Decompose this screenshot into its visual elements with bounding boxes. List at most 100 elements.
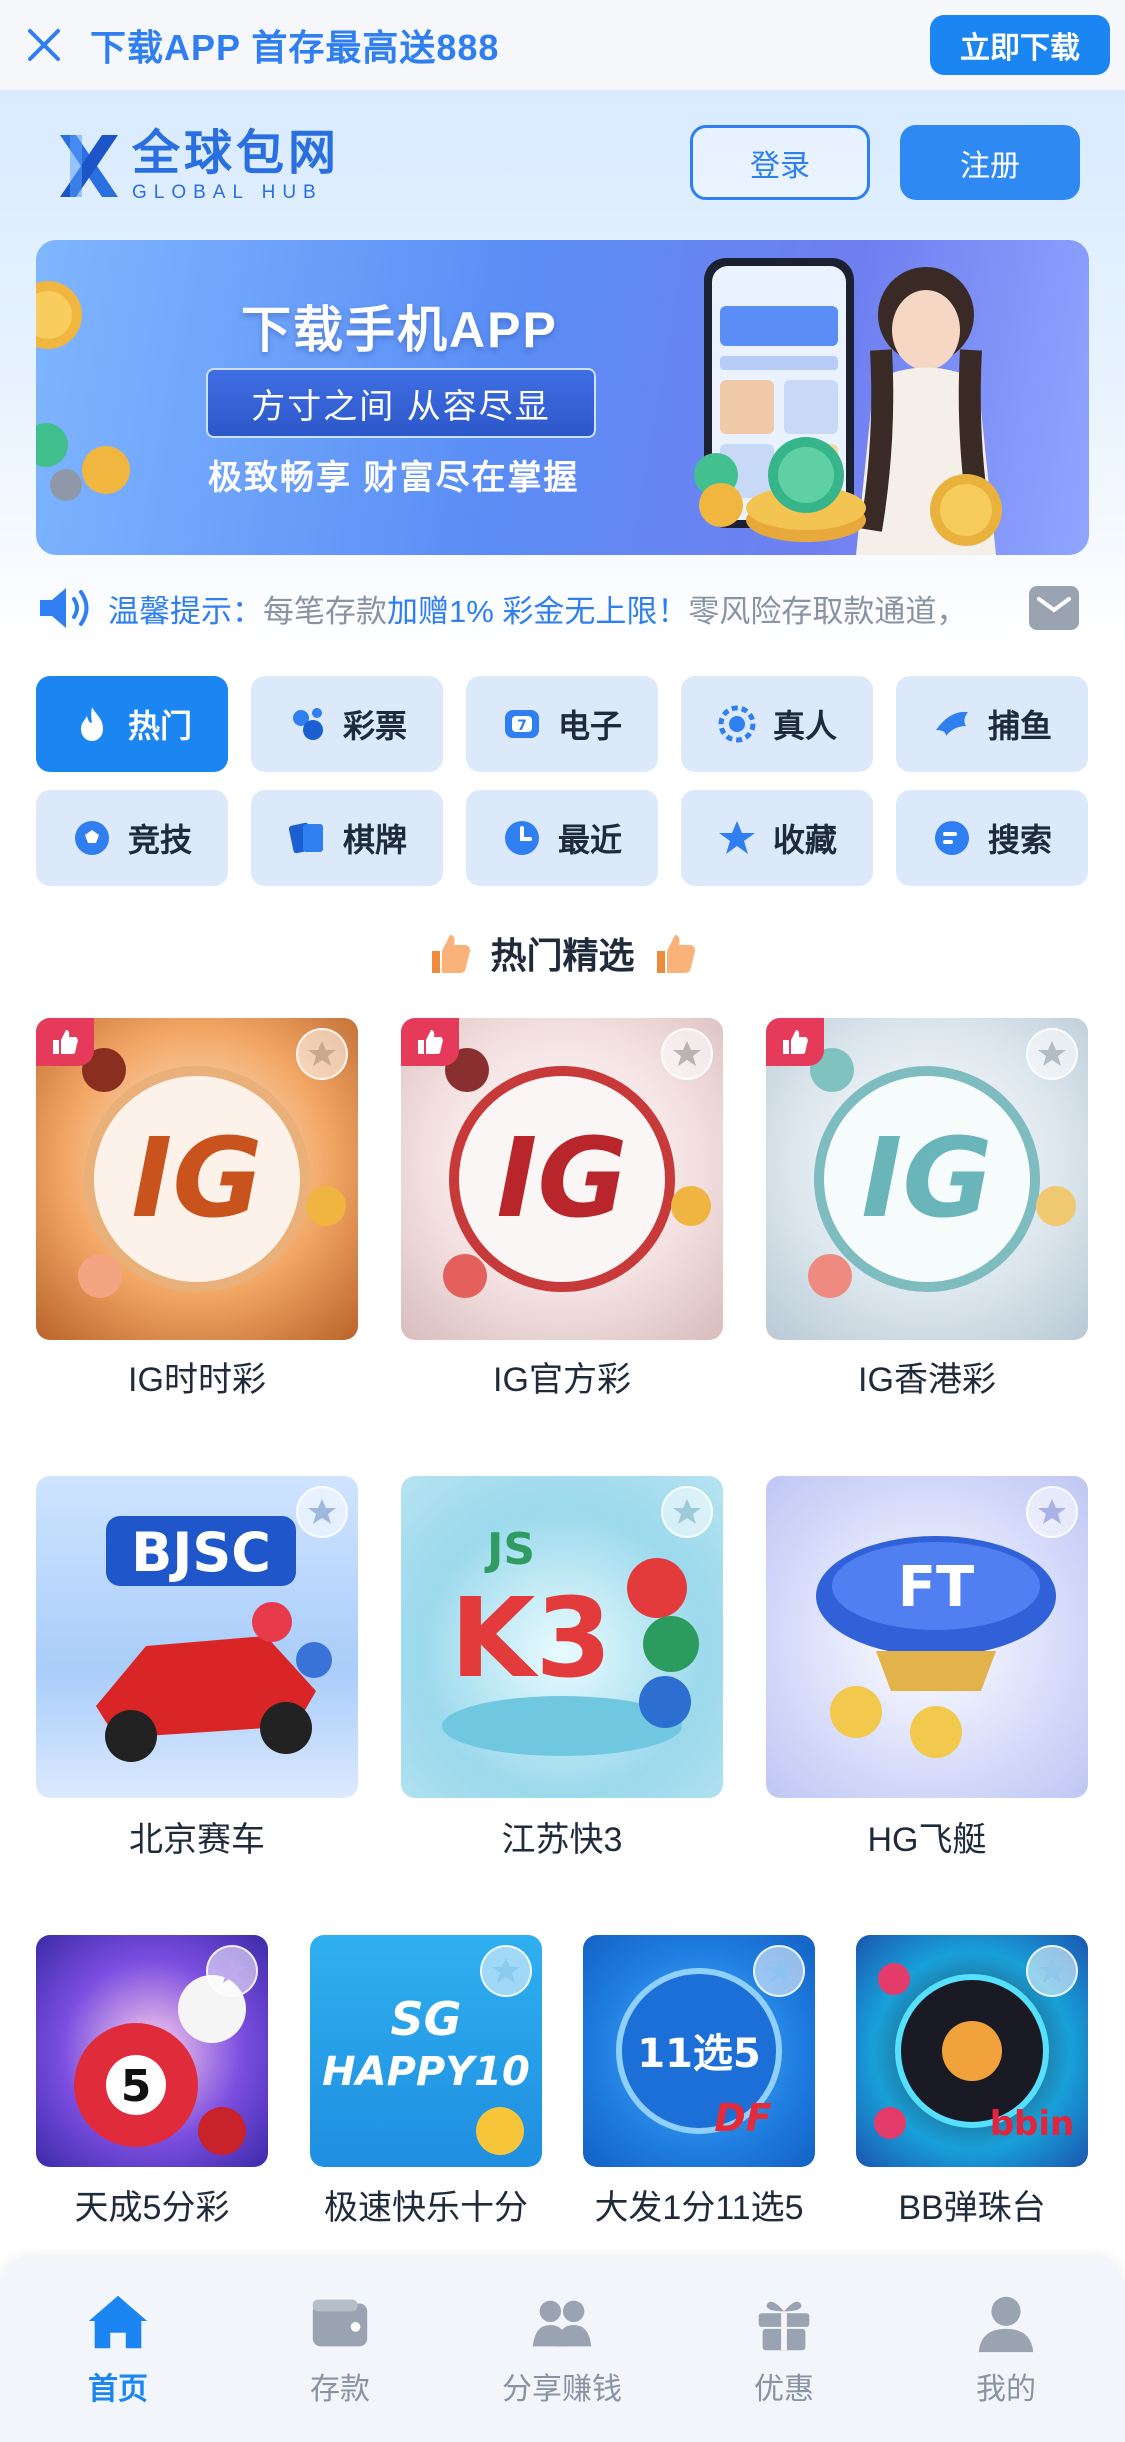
- brand-tagline: GLOBAL HUB: [132, 182, 323, 203]
- login-button[interactable]: 登录: [690, 125, 870, 200]
- profile-icon: [978, 2296, 1034, 2353]
- gift-icon: [758, 2301, 810, 2351]
- category-label: 捕鱼: [987, 708, 1052, 744]
- soccer-icon: [74, 821, 109, 855]
- mail-icon[interactable]: [1029, 586, 1079, 630]
- favorite-star-icon[interactable]: [1026, 1945, 1078, 1997]
- speaker-icon: [40, 588, 89, 628]
- nav-label: 分享赚钱: [502, 2373, 622, 2406]
- logo-mark-icon: [60, 135, 118, 197]
- favorite-star-icon[interactable]: [1026, 1028, 1078, 1080]
- nav-profile[interactable]: 我的: [916, 2288, 1096, 2408]
- game-tile-hg-ft[interactable]: FT: [766, 1476, 1088, 1798]
- svg-text:SG: SG: [391, 1992, 462, 2046]
- game-tile-ig-official[interactable]: IG: [401, 1018, 723, 1340]
- nav-label: 我的: [976, 2373, 1036, 2406]
- nav-deposit[interactable]: 存款: [250, 2288, 430, 2408]
- hot-badge: [766, 1018, 824, 1066]
- banner-subtitle: 极致畅享 财富尽在掌握: [208, 459, 580, 497]
- nav-label: 首页: [88, 2373, 148, 2406]
- game-label: 极速快乐十分: [324, 2189, 528, 2227]
- thumbs-up-icon: [656, 935, 695, 973]
- brand-logo[interactable]: 全球包网 GLOBAL HUB: [56, 128, 340, 204]
- favorite-star-icon[interactable]: [1026, 1486, 1078, 1538]
- category-label: 竞技: [127, 822, 192, 858]
- notice-bar[interactable]: 温馨提示： 每笔存款加赠1% 彩金无上限！零风险存取款通道，: [36, 580, 1089, 636]
- category-live[interactable]: 真人: [681, 676, 873, 772]
- close-icon[interactable]: [22, 23, 66, 67]
- banner-title: 下载手机APP: [241, 302, 558, 358]
- game-label: IG官方彩: [493, 1361, 631, 1399]
- download-promo-text: 下载APP 首存最高送888: [90, 27, 500, 68]
- category-label: 彩票: [342, 708, 407, 744]
- thumbs-up-icon: [432, 935, 471, 973]
- category-label: 热门: [127, 708, 192, 744]
- game-label: 天成5分彩: [74, 2189, 230, 2227]
- hot-badge: [36, 1018, 94, 1066]
- favorite-star-icon[interactable]: [480, 1945, 532, 1997]
- section-title: 热门精选: [490, 935, 635, 976]
- section-header: 热门精选: [0, 918, 1125, 988]
- banner-slogan: 方寸之间 从容尽显: [206, 368, 596, 438]
- game-tile-bb-pinball[interactable]: bbin: [856, 1935, 1088, 2167]
- game-tile-sg-happy10[interactable]: SG HAPPY10: [310, 1935, 542, 2167]
- lottery-icon: [292, 708, 323, 740]
- game-tile-df-11x5[interactable]: 11选5 DF: [583, 1935, 815, 2167]
- search-icon: [934, 821, 969, 855]
- nav-label: 存款: [310, 2373, 370, 2406]
- game-label: 北京赛车: [129, 1821, 265, 1859]
- download-bar: 下载APP 首存最高送888 立即下载: [0, 0, 1125, 90]
- game-tile-js-k3[interactable]: JS K3: [401, 1476, 723, 1798]
- category-hot[interactable]: 热门: [36, 676, 228, 772]
- game-label: IG时时彩: [128, 1361, 266, 1399]
- download-button[interactable]: 立即下载: [930, 15, 1110, 75]
- nav-label: 优惠: [754, 2373, 814, 2406]
- game-label: IG香港彩: [858, 1361, 996, 1399]
- favorite-star-icon[interactable]: [753, 1945, 805, 1997]
- svg-text:5: 5: [121, 2061, 152, 2112]
- category-recent[interactable]: 最近: [466, 790, 658, 886]
- nav-promotions[interactable]: 优惠: [694, 2288, 874, 2408]
- category-cards[interactable]: 棋牌: [251, 790, 443, 886]
- favorite-star-icon[interactable]: [661, 1028, 713, 1080]
- bottom-navigation: 首页 存款 分享赚钱 优惠 我的: [0, 2258, 1125, 2442]
- svg-text:IG: IG: [131, 1114, 262, 1242]
- svg-text:DF: DF: [714, 2096, 772, 2140]
- nav-share[interactable]: 分享赚钱: [472, 2288, 652, 2408]
- category-sports[interactable]: 竞技: [36, 790, 228, 886]
- game-tile-tc-5fc[interactable]: 5: [36, 1935, 268, 2167]
- game-label: HG飞艇: [867, 1821, 987, 1859]
- svg-text:K3: K3: [450, 1574, 612, 1702]
- category-label: 收藏: [772, 822, 837, 858]
- category-favorites[interactable]: 收藏: [681, 790, 873, 886]
- brand-name: 全球包网: [132, 127, 341, 180]
- nav-home[interactable]: 首页: [28, 2288, 208, 2408]
- svg-text:IG: IG: [496, 1114, 627, 1242]
- category-slot[interactable]: 7 电子: [466, 676, 658, 772]
- category-fish[interactable]: 捕鱼: [896, 676, 1088, 772]
- wallet-icon: [312, 2299, 368, 2347]
- svg-text:FT: FT: [898, 1555, 974, 1620]
- favorite-star-icon[interactable]: [296, 1486, 348, 1538]
- fish-icon: [935, 711, 968, 736]
- slot-icon: 7: [504, 710, 539, 738]
- favorite-star-icon[interactable]: [661, 1486, 713, 1538]
- game-tile-ig-hk[interactable]: IG: [766, 1018, 1088, 1340]
- notice-message: 每笔存款加赠1% 彩金无上限！零风险存取款通道，: [263, 593, 968, 629]
- favorite-star-icon[interactable]: [296, 1028, 348, 1080]
- game-label: BB弹珠台: [898, 2189, 1046, 2227]
- game-tile-bj-racing[interactable]: BJSC: [36, 1476, 358, 1798]
- game-tile-ig-ssc[interactable]: IG: [36, 1018, 358, 1340]
- favorite-star-icon[interactable]: [206, 1945, 258, 1997]
- game-label: 江苏快3: [501, 1821, 623, 1859]
- register-button[interactable]: 注册: [900, 125, 1080, 200]
- category-search[interactable]: 搜索: [896, 790, 1088, 886]
- category-lottery[interactable]: 彩票: [251, 676, 443, 772]
- svg-text:JS: JS: [484, 1524, 535, 1575]
- game-label: 大发1分11选5: [594, 2189, 804, 2227]
- cards-icon: [288, 822, 323, 854]
- share-icon: [532, 2300, 592, 2347]
- notice-label: 温馨提示：: [108, 593, 263, 629]
- promo-banner[interactable]: 下载手机APP 方寸之间 从容尽显 极致畅享 财富尽在掌握: [36, 240, 1089, 555]
- star-icon: [718, 821, 755, 854]
